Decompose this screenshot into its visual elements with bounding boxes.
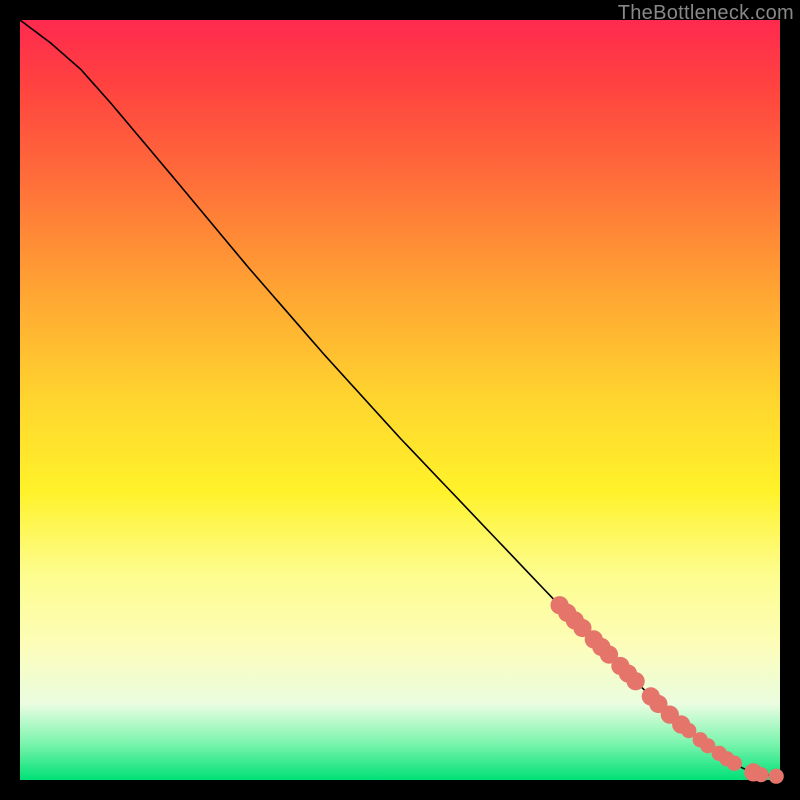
data-point-marker xyxy=(727,756,742,771)
data-point-marker xyxy=(753,767,768,782)
chart-svg xyxy=(20,20,780,780)
data-point-marker xyxy=(626,672,644,690)
marker-layer xyxy=(550,596,783,784)
curve-path xyxy=(20,20,780,776)
data-point-marker xyxy=(769,769,784,784)
chart-frame: TheBottleneck.com xyxy=(0,0,800,800)
plot-area xyxy=(20,20,780,780)
